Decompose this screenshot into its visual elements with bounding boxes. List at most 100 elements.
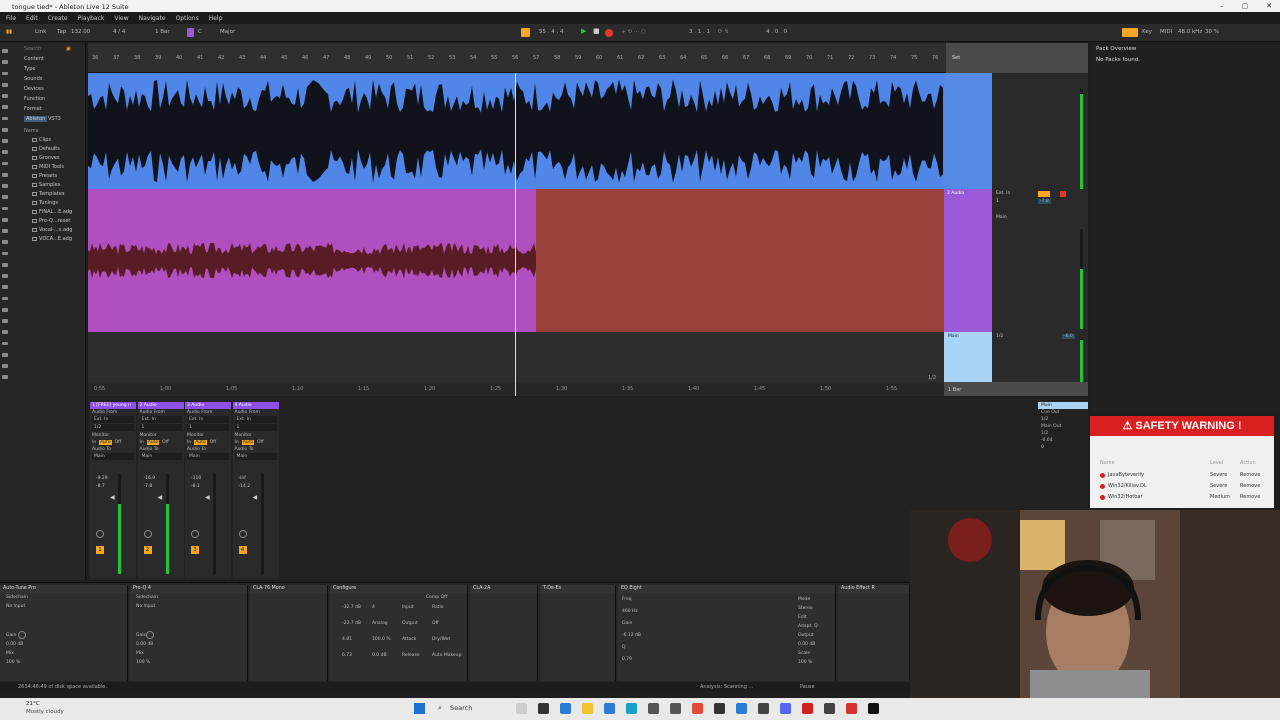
taskbar-app-icon[interactable]	[780, 703, 791, 714]
browser-item[interactable]: Tunings	[32, 200, 58, 206]
device-title[interactable]: Pro-Q 4	[130, 585, 247, 593]
time-ruler[interactable]: 0:55 1:00 1:05 1:10 1:15 1:20 1:25 1:30 1:35 1:40…	[88, 382, 944, 396]
menu-playback[interactable]: Playback	[78, 15, 105, 24]
monitor-auto-button[interactable]: Auto	[99, 440, 112, 445]
play-icon[interactable]: ▶	[581, 27, 586, 35]
output-select[interactable]: Main	[92, 453, 134, 460]
volume-value[interactable]: -inf	[239, 476, 246, 481]
taskbar-app-icon[interactable]	[626, 703, 637, 714]
device-title[interactable]: T-De-Es	[540, 585, 615, 593]
input-type-select[interactable]: Ext. In	[92, 416, 134, 423]
device-title[interactable]: CLA-76 Mono	[250, 585, 327, 593]
taskbar-app-icon[interactable]	[868, 703, 879, 714]
input-type-select[interactable]: Ext. In	[187, 416, 229, 423]
scale-select[interactable]: Major	[220, 29, 235, 35]
beat-ruler[interactable]: 36 37 38 39 40 41 42 43 44 45 46 47 48 49 50 51 52 53 54 55…	[88, 43, 946, 73]
monitor-off-button[interactable]: Off	[210, 440, 217, 445]
menu-view[interactable]: View	[114, 15, 128, 24]
song-position-field[interactable]: 55 . 4 . 4	[539, 29, 564, 35]
weather-temp[interactable]: 21°C	[26, 701, 40, 707]
loop-length-field[interactable]: 4 . 0 . 0	[766, 29, 787, 35]
taskbar-app-icon[interactable]	[648, 703, 659, 714]
arm-button[interactable]	[1038, 191, 1050, 197]
browser-item[interactable]: Samples	[32, 182, 60, 188]
monitor-off-button[interactable]: Off	[257, 440, 264, 445]
record-arm-icon[interactable]	[1060, 191, 1066, 197]
volume-fader-icon[interactable]: ◀	[110, 494, 115, 501]
strip-title[interactable]: 1 [FREE] young n	[90, 402, 136, 409]
menu-edit[interactable]: Edit	[26, 15, 38, 24]
taskbar-app-icon[interactable]	[802, 703, 813, 714]
output-select[interactable]: Main	[139, 453, 182, 460]
browser-item[interactable]: Clips	[32, 137, 51, 143]
taskbar-app-icon[interactable]	[824, 703, 835, 714]
pan-knob[interactable]	[143, 530, 152, 538]
maximize-icon[interactable]: ▢	[1242, 2, 1249, 10]
track-3-lane[interactable]	[88, 332, 944, 382]
category-devices[interactable]: Devices	[24, 86, 44, 92]
stop-icon[interactable]: ■	[593, 27, 600, 35]
browser-item[interactable]: Grooves	[32, 155, 60, 161]
browser-item[interactable]: FINAL...E.adg	[32, 209, 72, 215]
input-type-select[interactable]: Ext. In	[996, 191, 1010, 196]
device-title[interactable]: CLA-2A	[470, 585, 537, 593]
strip-title[interactable]: 4 Audio	[232, 402, 279, 409]
volume-value[interactable]: -9.29	[96, 476, 108, 481]
taskbar-app-icon[interactable]	[604, 703, 615, 714]
taskbar-app-icon[interactable]	[538, 703, 549, 714]
input-channel-select[interactable]: 1	[187, 424, 229, 431]
gain-knob[interactable]	[146, 631, 154, 639]
device-title[interactable]: Audio Effect R	[838, 585, 909, 593]
main-cue-ch[interactable]: 1/2	[1038, 416, 1088, 423]
browser-item[interactable]: VOCA...E.adg	[32, 236, 72, 242]
tag-vst3[interactable]: VST3	[48, 116, 61, 122]
monitor-in-button[interactable]: In	[235, 440, 239, 445]
taskbar-app-icon[interactable]	[736, 703, 747, 714]
device-title[interactable]: EQ Eight	[618, 585, 835, 593]
monitor-in-button[interactable]: In	[140, 440, 144, 445]
track-2-header[interactable]: 2 Audio	[944, 189, 992, 332]
zoom-select[interactable]: 1 Bar	[948, 387, 961, 393]
output-select[interactable]: Main	[187, 453, 229, 460]
start-icon[interactable]	[414, 703, 425, 714]
taskbar-app-icon[interactable]	[560, 703, 571, 714]
taskbar-app-icon[interactable]	[692, 703, 703, 714]
volume-fader-icon[interactable]: ◀	[158, 494, 163, 501]
browser-item[interactable]: Defaults	[32, 146, 60, 152]
tag-ableton[interactable]: Ableton	[24, 116, 48, 122]
search-icon[interactable]: ▣	[66, 46, 71, 52]
remove-button[interactable]: Remove	[1240, 483, 1260, 489]
browser-item[interactable]: MIDI Tools	[32, 164, 64, 170]
midi-map-button[interactable]: MIDI	[1160, 29, 1172, 35]
draw-mode-icon[interactable]	[1122, 28, 1138, 37]
track-activator[interactable]: 1	[96, 546, 104, 554]
taskbar-search[interactable]: Search	[450, 704, 472, 712]
main-track-name[interactable]: Main	[948, 334, 959, 339]
tempo-field[interactable]: 132.00	[71, 29, 90, 35]
browser-item[interactable]: Presets	[32, 173, 57, 179]
device-title[interactable]: Configure	[330, 585, 467, 593]
volume-value[interactable]: -110	[191, 476, 201, 481]
input-channel-select[interactable]: 1	[139, 424, 182, 431]
sidechain-input[interactable]: No Input	[6, 604, 25, 609]
monitor-off-button[interactable]: Off	[115, 440, 122, 445]
pause-button[interactable]: Pause	[800, 684, 815, 690]
input-channel-select[interactable]: 1	[234, 424, 277, 431]
main-track-header[interactable]: Main	[944, 332, 992, 382]
tap-button[interactable]: Tap	[57, 29, 66, 35]
follow-icon[interactable]	[521, 28, 530, 37]
input-channel-select[interactable]: 1/2	[92, 424, 134, 431]
remove-button[interactable]: Remove	[1240, 494, 1260, 500]
track-2-lane[interactable]	[88, 189, 944, 332]
category-content[interactable]: Content	[24, 56, 44, 62]
overdub-icon[interactable]: + ⟲ ⋯ ○	[621, 29, 646, 35]
main-volume-field[interactable]: -6.0	[1062, 334, 1075, 339]
monitor-off-button[interactable]: Off	[162, 440, 169, 445]
search-icon[interactable]: ⌕	[438, 704, 442, 713]
taskbar-app-icon[interactable]	[846, 703, 857, 714]
close-icon[interactable]: ✕	[1266, 2, 1272, 10]
remove-button[interactable]: Remove	[1240, 472, 1260, 478]
taskbar-app-icon[interactable]	[516, 703, 527, 714]
main-input-select[interactable]: 1/2	[996, 334, 1003, 339]
record-icon[interactable]	[605, 29, 613, 37]
